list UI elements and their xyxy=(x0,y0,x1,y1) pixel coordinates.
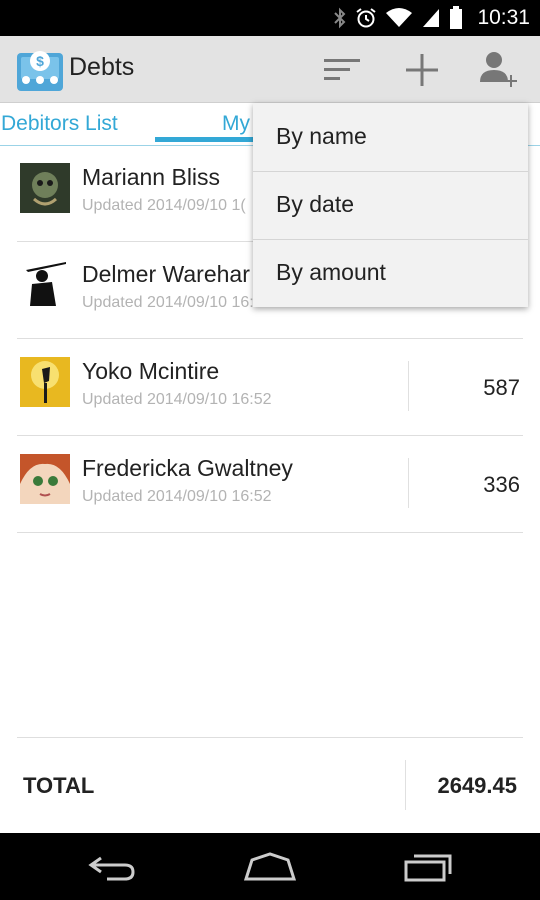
sort-icon xyxy=(324,59,360,80)
avatar xyxy=(20,260,70,310)
signal-icon xyxy=(423,9,440,27)
total-value: 2649.45 xyxy=(437,773,517,798)
total-divider xyxy=(405,760,406,810)
back-button[interactable] xyxy=(72,845,152,889)
add-icon xyxy=(406,54,438,86)
avatar xyxy=(20,454,70,504)
alarm-icon xyxy=(356,8,377,28)
total-bar: TOTAL 2649.45 xyxy=(17,737,523,834)
svg-text:$: $ xyxy=(36,53,44,69)
debtor-updated: Updated 2014/09/10 16:52 xyxy=(82,488,272,505)
total-label: TOTAL xyxy=(23,773,95,798)
menu-item-by-name[interactable]: By name xyxy=(253,103,528,172)
avatar xyxy=(20,357,70,407)
menu-item-by-amount[interactable]: By amount xyxy=(253,239,528,307)
menu-item-by-date[interactable]: By date xyxy=(253,171,528,240)
battery-icon xyxy=(450,6,463,29)
debtor-name: Delmer Warehar xyxy=(82,261,250,287)
avatar xyxy=(20,163,70,213)
sort-menu: By name By date By amount xyxy=(253,103,528,307)
list-item[interactable]: Yoko Mcintire Updated 2014/09/10 16:52 5… xyxy=(17,339,523,436)
menu-item-label: By date xyxy=(276,191,354,217)
tab-indicator xyxy=(155,137,255,142)
debtor-updated: Updated 2014/09/10 1( xyxy=(82,197,246,214)
debtor-amount: 587 xyxy=(483,375,520,400)
list-item[interactable]: Fredericka Gwaltney Updated 2014/09/10 1… xyxy=(17,436,523,533)
menu-item-label: By name xyxy=(276,123,367,149)
add-person-button[interactable] xyxy=(476,48,520,92)
debtor-name: Yoko Mcintire xyxy=(82,358,220,384)
app-title: Debts xyxy=(69,53,135,81)
clock: 10:31 xyxy=(477,6,530,29)
recents-icon xyxy=(404,854,452,882)
status-icons: 10:31 xyxy=(333,0,530,36)
add-person-icon xyxy=(480,52,517,87)
menu-item-label: By amount xyxy=(276,259,386,285)
wifi-icon xyxy=(386,8,413,27)
tab-debitors-list[interactable]: Debitors List xyxy=(1,112,118,136)
back-icon xyxy=(88,856,135,881)
app-logo-icon[interactable]: $ xyxy=(17,47,63,91)
status-bar: 10:31 xyxy=(0,0,540,36)
debtor-amount: 336 xyxy=(483,472,520,497)
bluetooth-icon xyxy=(334,7,346,29)
row-divider xyxy=(408,458,409,508)
debtor-updated: Updated 2014/09/10 16:52 xyxy=(82,391,272,408)
recents-button[interactable] xyxy=(388,845,468,889)
row-divider xyxy=(408,361,409,411)
debtor-updated: Updated 2014/09/10 16:52 xyxy=(82,294,272,311)
debtor-name: Mariann Bliss xyxy=(82,164,221,190)
tab-my[interactable]: My xyxy=(222,112,250,136)
home-button[interactable] xyxy=(230,845,310,889)
navigation-bar xyxy=(0,833,540,900)
add-button[interactable] xyxy=(400,48,444,92)
sort-button[interactable] xyxy=(320,48,364,92)
debtor-name: Fredericka Gwaltney xyxy=(82,455,293,481)
action-bar: $ Debts xyxy=(0,36,540,103)
home-icon xyxy=(243,852,297,881)
